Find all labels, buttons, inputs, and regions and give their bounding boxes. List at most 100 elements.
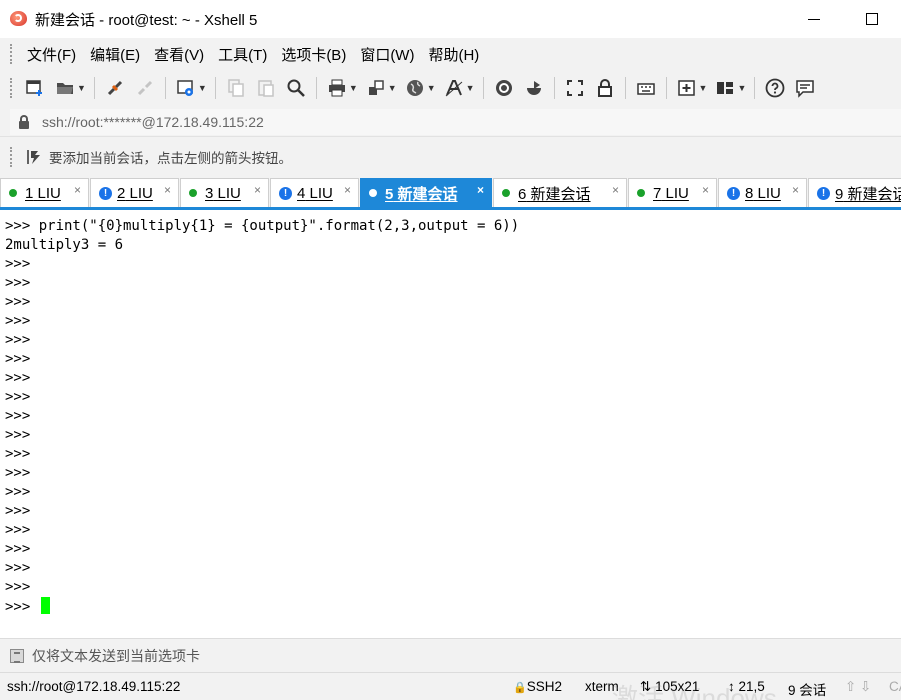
menu-view[interactable]: 查看(V) [147,44,211,65]
close-tab-icon[interactable]: × [792,183,799,197]
warning-status-icon: ! [727,186,740,200]
tab-label: 1 LIU [25,184,61,202]
new-tab-dropdown-icon[interactable]: ▼ [699,83,708,93]
toolbar-grip[interactable] [10,44,13,64]
font-icon[interactable] [443,77,465,99]
globe-dropdown-icon[interactable]: ▼ [427,83,436,93]
tab-4[interactable]: ! 4 LIU × [270,178,359,207]
terminal-area[interactable]: >>> print("{0}multiply{1} = {output}".fo… [0,213,901,638]
new-tab-icon[interactable] [676,77,698,99]
disconnect-icon [134,77,156,99]
scroll-arrows-icon[interactable]: ⇧ ⇩ [845,679,871,695]
tab-9[interactable]: !9 新建会话× [808,178,901,207]
connect-icon[interactable] [104,77,126,99]
close-tab-icon[interactable]: × [164,183,171,197]
menu-tools[interactable]: 工具(T) [211,44,274,65]
close-tab-icon[interactable]: × [254,183,261,197]
message-icon[interactable] [794,77,816,99]
xshell-icon[interactable] [493,77,515,99]
title-bar: 新建会话 - root@test: ~ - Xshell 5 [0,0,901,38]
maximize-button[interactable] [843,0,901,38]
tab-label: 2 LIU [117,184,153,202]
terminal-line: >>> [5,560,31,576]
menu-file[interactable]: 文件(F) [20,44,83,65]
connected-status-icon [189,189,197,197]
terminal-line: >>> [5,597,901,616]
transfer-icon[interactable] [365,77,387,99]
menu-edit[interactable]: 编辑(E) [83,44,147,65]
window-title: 新建会话 - root@test: ~ - Xshell 5 [35,11,258,29]
close-tab-icon[interactable]: × [702,183,709,197]
close-tab-icon[interactable]: × [344,183,351,197]
connected-status-icon [369,189,377,197]
menu-help[interactable]: 帮助(H) [421,44,486,65]
help-icon[interactable] [764,77,786,99]
font-dropdown-icon[interactable]: ▼ [466,83,475,93]
address-field[interactable]: ssh://root:*******@172.18.49.115:22 [10,109,901,135]
status-connection: ssh://root@172.18.49.115:22 [7,679,181,694]
add-session-arrow-icon[interactable] [25,148,43,166]
toolbar: ▼ ▼ ▼ ▼ ▼ ▼ ▼ ▼ [0,70,901,106]
warning-status-icon: ! [99,186,112,200]
properties-dropdown-icon[interactable]: ▼ [198,83,207,93]
compose-icon[interactable] [10,648,24,663]
open-folder-icon[interactable] [54,77,76,99]
terminal-line: >>> [5,408,31,424]
menu-bar: 文件(F) 编辑(E) 查看(V) 工具(T) 选项卡(B) 窗口(W) 帮助(H) [0,38,901,70]
open-dropdown-icon[interactable]: ▼ [77,83,86,93]
minimize-button[interactable] [785,0,843,38]
terminal-line: >>> [5,256,31,272]
toolbar-grip[interactable] [10,78,13,98]
terminal-line: >>> [5,446,31,462]
address-bar: ssh://root:*******@172.18.49.115:22 [0,106,901,136]
terminal-line: >>> [5,503,31,519]
toolbar-grip[interactable] [10,146,13,167]
xftp-icon[interactable] [523,77,545,99]
tab-5[interactable]: 5 新建会话 × [360,178,492,207]
terminal-line: >>> [5,541,31,557]
tab-2[interactable]: ! 2 LIU × [90,178,179,207]
lock-icon [16,114,32,130]
tab-7[interactable]: 7 LIU × [628,178,717,207]
compose-text: 仅将文本发送到当前选项卡 [32,647,200,664]
terminal-line: >>> [5,332,31,348]
status-protocol: 🔒SSH2 [513,679,562,694]
terminal-line: >>> [5,294,31,310]
terminal-line: >>> [5,427,31,443]
menu-window[interactable]: 窗口(W) [353,44,421,65]
layout-icon[interactable] [714,77,736,99]
tab-bar: 1 LIU ×! 2 LIU × 3 LIU ×! 4 LIU × 5 新建会话 × 6 新建会话 ×… [0,176,901,210]
print-icon[interactable] [326,77,348,99]
close-tab-icon[interactable]: × [477,183,484,197]
globe-icon[interactable] [404,77,426,99]
keyboard-icon[interactable] [635,77,657,99]
terminal-cursor [40,597,50,614]
paste-icon [255,77,277,99]
tab-6[interactable]: 6 新建会话 × [493,178,627,207]
close-tab-icon[interactable]: × [74,183,81,197]
layout-dropdown-icon[interactable]: ▼ [737,83,746,93]
tab-3[interactable]: 3 LIU × [180,178,269,207]
print-dropdown-icon[interactable]: ▼ [349,83,358,93]
hint-bar: 要添加当前会话，点击左侧的箭头按钮。 [0,136,901,176]
hint-text: 要添加当前会话，点击左侧的箭头按钮。 [49,150,292,166]
transfer-dropdown-icon[interactable]: ▼ [388,83,397,93]
lock-icon[interactable] [594,77,616,99]
menu-tabs[interactable]: 选项卡(B) [274,44,353,65]
tab-1[interactable]: 1 LIU × [0,178,89,207]
tab-8[interactable]: ! 8 LIU × [718,178,807,207]
new-session-icon[interactable] [24,77,46,99]
close-tab-icon[interactable]: × [612,183,619,197]
terminal-line: >>> [5,275,31,291]
terminal-line: >>> [5,579,31,595]
tab-label: 6 新建会话 [518,185,591,203]
find-icon[interactable] [285,77,307,99]
tab-label: 9 新建会话 [835,185,901,203]
tab-label: 3 LIU [205,184,241,202]
status-caps: CAP [889,679,901,694]
session-properties-icon[interactable] [175,77,197,99]
terminal-line: >>> [5,465,31,481]
compose-bar[interactable]: 仅将文本发送到当前选项卡 [0,638,901,672]
fullscreen-icon[interactable] [564,77,586,99]
terminal-line: >>> [5,389,31,405]
